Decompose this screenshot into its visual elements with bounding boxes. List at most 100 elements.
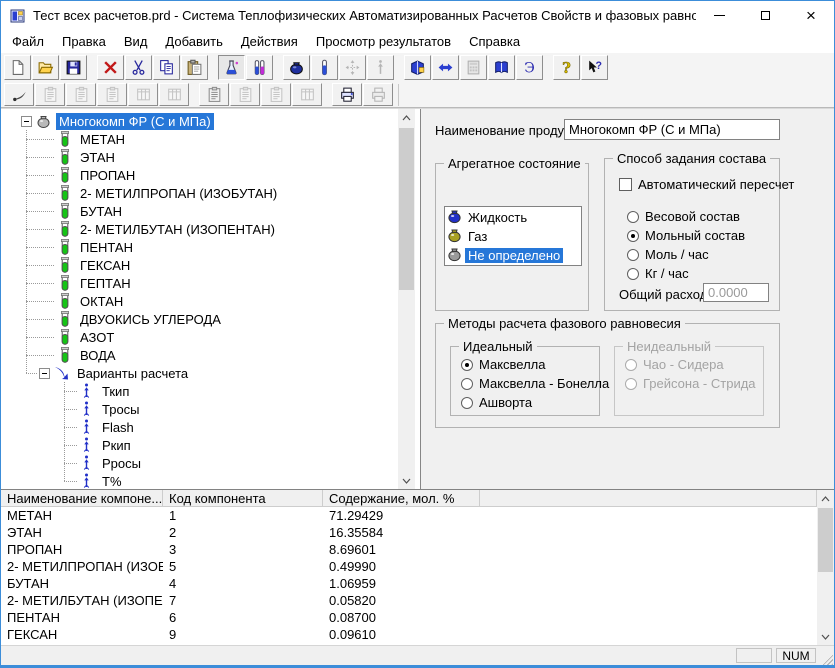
tree-item[interactable]: Ткип	[1, 382, 398, 400]
tree-item[interactable]: Ркип	[1, 436, 398, 454]
open-file-button[interactable]	[32, 55, 59, 80]
composition-option[interactable]: Мольный состав	[627, 226, 745, 245]
radio-icon[interactable]	[461, 359, 473, 371]
tree-item[interactable]: Тросы	[1, 400, 398, 418]
tree-item-label[interactable]: ПЕНТАН	[77, 239, 136, 256]
tree-item[interactable]: ОКТАН	[1, 292, 398, 310]
tree-item[interactable]: Flash	[1, 418, 398, 436]
report-button-5[interactable]	[230, 83, 260, 106]
tree-item[interactable]: 2- МЕТИЛПРОПАН (ИЗОБУТАН)	[1, 184, 398, 202]
composition-option-label[interactable]: Кг / час	[645, 266, 689, 281]
column-header-code[interactable]: Код компонента	[163, 490, 323, 506]
reference-book-button[interactable]	[488, 55, 515, 80]
column-header-content[interactable]: Содержание, мол. %	[323, 490, 480, 506]
aggregate-state-item[interactable]: Газ	[445, 227, 581, 246]
report-button-2[interactable]	[66, 83, 96, 106]
ideal-method-option[interactable]: Максвелла	[461, 355, 609, 374]
composition-option-label[interactable]: Моль / час	[645, 247, 709, 262]
composition-option-label[interactable]: Мольный состав	[645, 228, 745, 243]
tree-item[interactable]: ДВУОКИСЬ УГЛЕРОДА	[1, 310, 398, 328]
aggregate-state-label[interactable]: Газ	[465, 229, 490, 244]
column-header-name[interactable]: Наименование компоне...	[1, 490, 163, 506]
table-row[interactable]: ПЕНТАН 6 0.08700	[1, 609, 817, 626]
tree-item[interactable]: Варианты расчета	[1, 364, 398, 382]
table-row[interactable]: ГЕКСАН 9 0.09610	[1, 626, 817, 643]
aggregate-state-item[interactable]: Жидкость	[445, 208, 581, 227]
menu-item[interactable]: Вид	[115, 31, 157, 52]
radio-icon[interactable]	[627, 230, 639, 242]
composition-option[interactable]: Кг / час	[627, 264, 745, 283]
table-report-button-2[interactable]	[159, 83, 189, 106]
composition-option[interactable]: Весовой состав	[627, 207, 745, 226]
liquid-phase-button[interactable]	[283, 55, 310, 80]
ideal-method-option[interactable]: Ашворта	[461, 393, 609, 412]
menu-item[interactable]: Просмотр результатов	[307, 31, 460, 52]
tree-item-label[interactable]: 2- МЕТИЛПРОПАН (ИЗОБУТАН)	[77, 185, 280, 202]
save-results-button[interactable]	[404, 55, 431, 80]
save-button[interactable]	[60, 55, 87, 80]
help-button[interactable]: ?	[553, 55, 580, 80]
report-button-1[interactable]	[35, 83, 65, 106]
tree-item[interactable]: ЭТАН	[1, 148, 398, 166]
cut-button[interactable]	[125, 55, 152, 80]
delete-button[interactable]	[97, 55, 124, 80]
tree-item[interactable]: Рросы	[1, 454, 398, 472]
tree-item[interactable]: МЕТАН	[1, 130, 398, 148]
table-row[interactable]: БУТАН 4 1.06959	[1, 575, 817, 592]
product-name-input[interactable]	[564, 119, 780, 140]
tree-item-label[interactable]: 2- МЕТИЛБУТАН (ИЗОПЕНТАН)	[77, 221, 278, 238]
tree-item-label[interactable]: ПРОПАН	[77, 167, 138, 184]
scroll-down-icon[interactable]	[398, 472, 415, 489]
radio-icon[interactable]	[461, 397, 473, 409]
report-pen-button[interactable]	[4, 83, 34, 106]
context-help-button[interactable]: ?	[581, 55, 608, 80]
tree-item-label[interactable]: АЗОТ	[77, 329, 117, 346]
tree-item[interactable]: Многокомп ФР (С и МПа)	[1, 112, 398, 130]
table-row[interactable]: 2- МЕТИЛПРОПАН (ИЗОБ... 5 0.49990	[1, 558, 817, 575]
tree-item[interactable]: ГЕПТАН	[1, 274, 398, 292]
table-row[interactable]: 2- МЕТИЛБУТАН (ИЗОПЕ... 7 0.05820	[1, 592, 817, 609]
composition-option-label[interactable]: Весовой состав	[645, 209, 740, 224]
tree-item-label[interactable]: ГЕПТАН	[77, 275, 134, 292]
scrollbar-thumb[interactable]	[399, 128, 414, 290]
copy-button[interactable]	[153, 55, 180, 80]
paste-button[interactable]	[181, 55, 208, 80]
tree-item-label[interactable]: ЭТАН	[77, 149, 118, 166]
ideal-method-option[interactable]: Максвелла - Бонелла	[461, 374, 609, 393]
menu-item[interactable]: Правка	[53, 31, 115, 52]
tree-item-label[interactable]: Многокомп ФР (С и МПа)	[56, 113, 214, 130]
table-report-button-3[interactable]	[292, 83, 322, 106]
close-button[interactable]: ×	[788, 1, 834, 30]
tree-expander-icon[interactable]	[21, 116, 32, 127]
mix-components-button[interactable]	[339, 55, 366, 80]
aggregate-state-label[interactable]: Не определено	[465, 248, 563, 263]
radio-icon[interactable]	[627, 249, 639, 261]
minimize-button[interactable]	[696, 1, 742, 30]
ideal-method-label[interactable]: Ашворта	[479, 395, 532, 410]
table-row[interactable]: ПРОПАН 3 8.69601	[1, 541, 817, 558]
convert-button[interactable]	[432, 55, 459, 80]
ideal-method-label[interactable]: Максвелла	[479, 357, 546, 372]
tree-item-label[interactable]: ОКТАН	[77, 293, 126, 310]
tree-item-label[interactable]: Ркип	[99, 437, 134, 454]
new-document-button[interactable]	[4, 55, 31, 80]
normalize-button[interactable]	[367, 55, 394, 80]
ideal-method-label[interactable]: Максвелла - Бонелла	[479, 376, 609, 391]
scroll-down-icon[interactable]	[817, 628, 834, 645]
menu-item[interactable]: Добавить	[156, 31, 231, 52]
tree-item-label[interactable]: ВОДА	[77, 347, 119, 364]
tree-item-label[interactable]: Тросы	[99, 401, 143, 418]
radio-icon[interactable]	[627, 268, 639, 280]
tree-item-label[interactable]: БУТАН	[77, 203, 125, 220]
radio-icon[interactable]	[461, 378, 473, 390]
calculator-button[interactable]	[460, 55, 487, 80]
gas-phase-button[interactable]	[311, 55, 338, 80]
table-row[interactable]: МЕТАН 1 71.29429	[1, 507, 817, 524]
table-row[interactable]: ЭТАН 2 16.35584	[1, 524, 817, 541]
product-properties-button[interactable]	[218, 55, 245, 80]
table-scrollbar[interactable]	[817, 490, 834, 645]
auto-recalc-checkbox[interactable]	[619, 178, 632, 191]
report-button-6[interactable]	[261, 83, 291, 106]
tree-item[interactable]: 2- МЕТИЛБУТАН (ИЗОПЕНТАН)	[1, 220, 398, 238]
scroll-up-icon[interactable]	[398, 109, 415, 126]
